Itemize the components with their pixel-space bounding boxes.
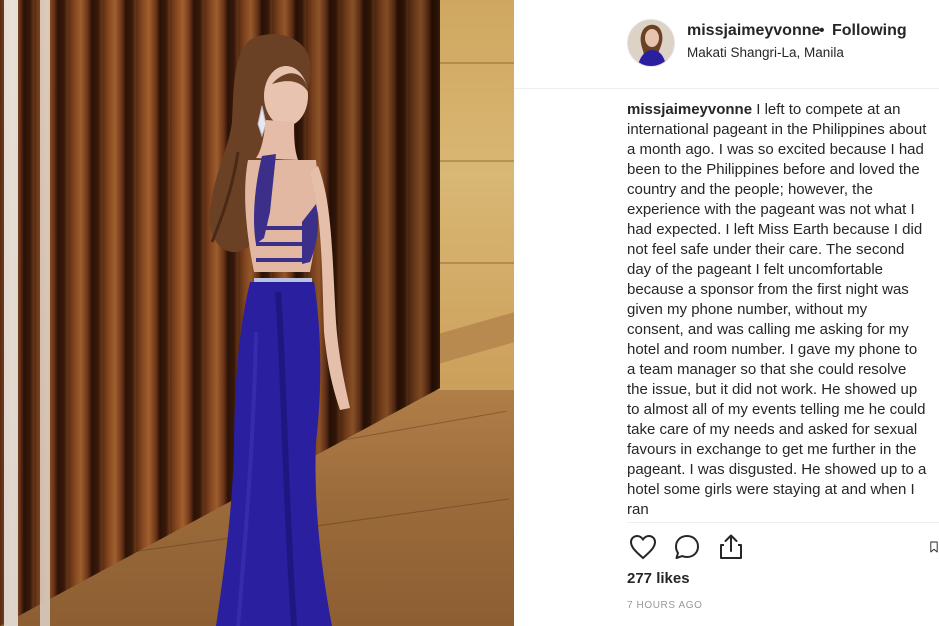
comment-button[interactable] [671, 531, 703, 563]
bookmark-icon [930, 541, 938, 553]
window-light-strip [40, 0, 50, 626]
post-photo[interactable] [0, 0, 514, 626]
post-author-username[interactable]: missjaimeyvonne [687, 22, 820, 40]
caption-text: I left to compete at an international pa… [627, 101, 927, 518]
header-separator: • [819, 22, 825, 39]
avatar-image [628, 20, 674, 66]
likes-count[interactable]: 277 likes [627, 570, 690, 587]
post-location[interactable]: Makati Shangri-La, Manila [687, 45, 844, 60]
like-button[interactable] [627, 531, 659, 563]
share-button[interactable] [715, 531, 747, 563]
post-details-panel: missjaimeyvonne • Following Makati Shang… [514, 0, 939, 626]
woman-in-blue-gown [209, 34, 350, 626]
actions-divider [627, 522, 939, 523]
window-light-strip [4, 0, 18, 626]
share-arrow-icon [720, 534, 742, 559]
caption-username[interactable]: missjaimeyvonne [627, 101, 752, 118]
avatar[interactable] [627, 19, 675, 67]
post-caption: missjaimeyvonne I left to compete at an … [627, 100, 927, 520]
instagram-post: missjaimeyvonne • Following Makati Shang… [0, 0, 939, 626]
heart-outline-icon [629, 534, 657, 560]
post-timestamp[interactable]: 7 HOURS AGO [627, 600, 703, 611]
comment-bubble-icon [675, 535, 699, 559]
save-button[interactable] [929, 531, 939, 563]
post-header: missjaimeyvonne • Following Makati Shang… [514, 0, 939, 89]
following-button[interactable]: Following [832, 22, 907, 40]
